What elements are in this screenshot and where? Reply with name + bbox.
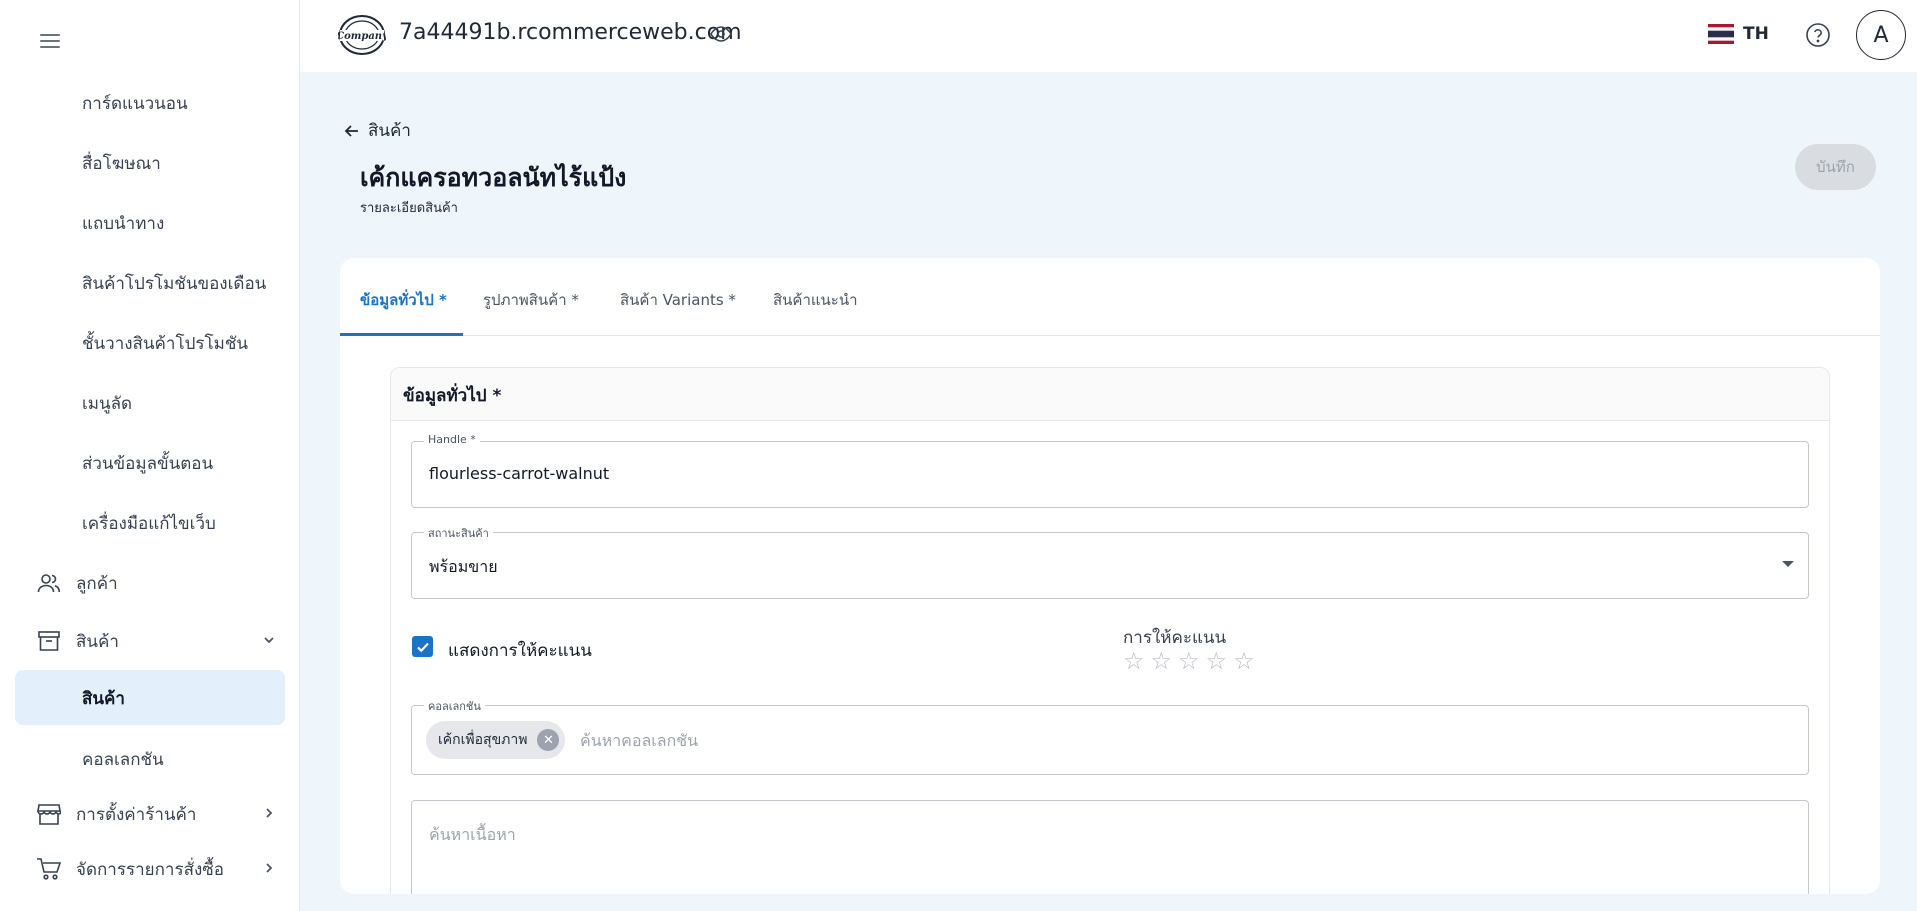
handle-field[interactable]: Handle * flourless-carrot-walnut (411, 433, 1809, 508)
store-domain: 7a44491b.rcommerceweb.com (399, 20, 742, 45)
tab-variants[interactable]: สินค้า Variants * (620, 288, 736, 312)
chip-label: เค้กเพื่อสุขภาพ (438, 732, 528, 748)
sidebar-item-shortcut-menu[interactable]: เมนูลัด (82, 390, 132, 417)
star-icon[interactable]: ☆ (1233, 649, 1255, 673)
menu-icon[interactable] (38, 30, 62, 52)
product-card: ข้อมูลทั่วไป * รูปภาพสินค้า * สินค้า Var… (340, 258, 1880, 894)
sidebar-item-steps-section[interactable]: ส่วนข้อมูลขั้นตอน (82, 450, 213, 477)
back-link-label: สินค้า (368, 121, 411, 141)
cart-icon (36, 856, 62, 882)
sidebar: การ์ดแนวนอน สื่อโฆษณา แถบนำทาง สินค้าโปร… (0, 0, 300, 911)
language-selector[interactable]: TH (1743, 24, 1769, 44)
sidebar-item-customers[interactable]: ลูกค้า (36, 568, 286, 598)
company-logo[interactable]: Company (336, 14, 389, 56)
star-icon[interactable]: ☆ (1151, 649, 1173, 673)
dropdown-arrow-icon (1782, 561, 1794, 567)
collection-label: คอลเลกชัน (424, 697, 485, 715)
content-search-field[interactable]: ค้นหาเนื้อหา (411, 800, 1809, 894)
sidebar-item-orders[interactable]: จัดการรายการสั่งซื้อ (36, 854, 286, 884)
eye-icon[interactable] (710, 26, 732, 42)
show-rating-label: แสดงการให้คะแนน (448, 641, 592, 661)
sidebar-item-label: ลูกค้า (76, 573, 118, 594)
sidebar-item-label: สินค้า (82, 689, 125, 709)
tab-general[interactable]: ข้อมูลทั่วไป * (360, 288, 447, 312)
sidebar-item-products-active[interactable] (15, 670, 285, 725)
handle-value: flourless-carrot-walnut (429, 464, 610, 483)
sidebar-item-label: การตั้งค่าร้านค้า (76, 804, 197, 825)
star-rating[interactable]: ☆ ☆ ☆ ☆ ☆ (1123, 649, 1255, 673)
back-link[interactable]: สินค้า (344, 117, 411, 144)
sidebar-item-store-settings[interactable]: การตั้งค่าร้านค้า (36, 799, 286, 829)
thai-flag-icon[interactable] (1708, 24, 1734, 44)
sidebar-item-label: สินค้า (76, 631, 119, 652)
section-title: ข้อมูลทั่วไป * (391, 368, 1829, 421)
help-icon[interactable] (1805, 22, 1831, 48)
chevron-right-icon (262, 860, 276, 880)
sidebar-item-collections[interactable]: คอลเลกชัน (82, 746, 164, 773)
status-value: พร้อมขาย (429, 557, 498, 576)
chevron-down-icon (262, 632, 276, 652)
show-rating-checkbox[interactable] (412, 636, 433, 657)
active-tab-indicator (340, 333, 463, 336)
save-button[interactable]: บันทึก (1795, 144, 1876, 190)
tab-images[interactable]: รูปภาพสินค้า * (483, 288, 579, 312)
collection-chip: เค้กเพื่อสุขภาพ ✕ (426, 721, 566, 759)
archive-box-icon (36, 628, 62, 654)
status-label: สถานะสินค้า (424, 524, 493, 542)
star-icon[interactable]: ☆ (1123, 649, 1145, 673)
sidebar-item-ads[interactable]: สื่อโฆษณา (82, 150, 161, 177)
check-icon (416, 642, 429, 652)
collection-search-placeholder[interactable]: ค้นหาคอลเลกชัน (580, 729, 698, 754)
users-icon (36, 570, 62, 596)
status-select[interactable]: สถานะสินค้า พร้อมขาย (411, 524, 1809, 599)
svg-text:Company: Company (338, 31, 386, 42)
arrow-left-icon (344, 124, 358, 137)
handle-label: Handle * (424, 433, 480, 446)
sidebar-item-monthly-promo[interactable]: สินค้าโปรโมชันของเดือน (82, 270, 266, 297)
sidebar-item-web-editor[interactable]: เครื่องมือแก้ไขเว็บ (82, 510, 216, 537)
page-title: เค้กแครอทวอลนัทไร้แป้ง (360, 163, 627, 192)
star-icon[interactable]: ☆ (1206, 649, 1228, 673)
sidebar-item-promo-shelf[interactable]: ชั้นวางสินค้าโปรโมชัน (82, 330, 248, 357)
content-search-placeholder: ค้นหาเนื้อหา (429, 825, 516, 844)
tab-bar: ข้อมูลทั่วไป * รูปภาพสินค้า * สินค้า Var… (340, 258, 1880, 336)
collection-field[interactable]: คอลเลกชัน เค้กเพื่อสุขภาพ ✕ ค้นหาคอลเลกช… (411, 697, 1809, 775)
topbar: Company 7a44491b.rcommerceweb.com TH A (300, 0, 1917, 72)
general-info-section: ข้อมูลทั่วไป * Handle * flourless-carrot… (390, 367, 1830, 894)
sidebar-item-products[interactable]: สินค้า (36, 626, 286, 656)
sidebar-item-label: จัดการรายการสั่งซื้อ (76, 859, 225, 880)
star-icon[interactable]: ☆ (1178, 649, 1200, 673)
avatar[interactable]: A (1856, 10, 1906, 60)
page-subtitle: รายละเอียดสินค้า (360, 201, 458, 216)
close-icon[interactable]: ✕ (537, 729, 560, 751)
storefront-icon (36, 801, 62, 827)
sidebar-item-navbar[interactable]: แถบนำทาง (82, 210, 164, 237)
chevron-right-icon (262, 805, 276, 825)
tab-recommended[interactable]: สินค้าแนะนำ (773, 288, 858, 312)
sidebar-item-horizontal-card[interactable]: การ์ดแนวนอน (82, 90, 188, 117)
